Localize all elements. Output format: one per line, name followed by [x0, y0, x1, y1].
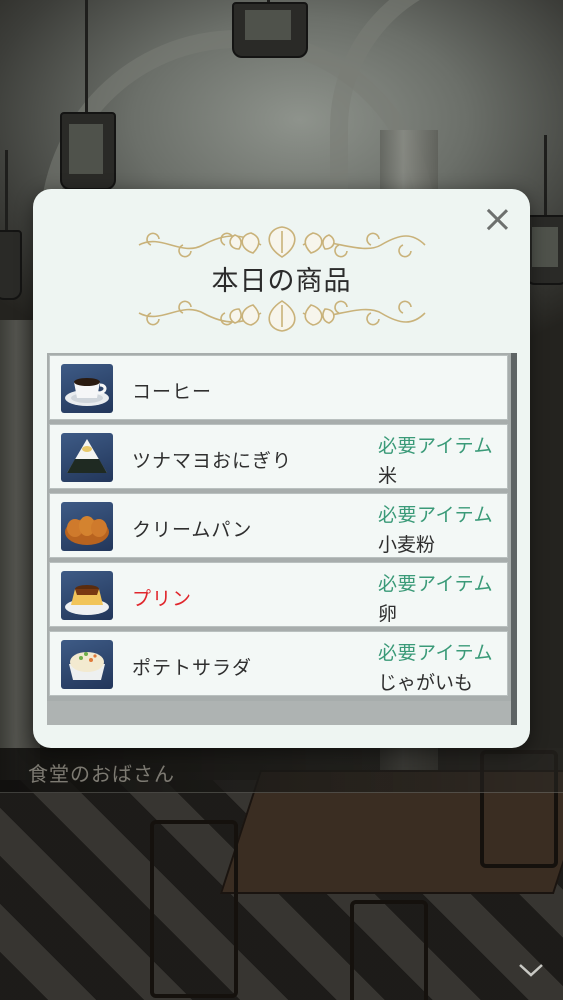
list-item[interactable]: コーヒー [49, 355, 508, 420]
list-item[interactable]: プリン 必要アイテム 卵 [49, 562, 508, 627]
required-item-label: 必要アイテム [378, 435, 494, 457]
required-item-value: 卵 [378, 603, 398, 625]
speaker-name: 食堂のおばさん [28, 762, 175, 786]
ceiling-lamp [232, 0, 308, 60]
close-icon[interactable] [482, 204, 512, 234]
chevron-down-icon[interactable] [518, 962, 544, 978]
pudding-icon [61, 571, 113, 620]
list-footer [47, 701, 517, 725]
list-item[interactable]: クリームパン 必要アイテム 小麦粉 [49, 493, 508, 558]
required-item-value: じゃがいも [378, 672, 474, 694]
ceiling-lamp [525, 135, 563, 285]
cream-bread-icon [61, 502, 113, 551]
required-item-label: 必要アイテム [378, 642, 494, 664]
chair [150, 820, 238, 998]
list-item[interactable]: ポテトサラダ 必要アイテム じゃがいも [49, 631, 508, 696]
required-item-label: 必要アイテム [378, 504, 494, 526]
scrollbar[interactable] [511, 353, 517, 725]
required-item-label: 必要アイテム [378, 573, 494, 595]
item-name: プリン [132, 588, 193, 610]
shop-dialog: 本日の商品 コーヒー ツナマヨおにぎり 必要アイテム 米 クリームパン 必要アイ… [33, 189, 530, 748]
product-list[interactable]: コーヒー ツナマヨおにぎり 必要アイテム 米 クリームパン 必要アイテム 小麦粉… [47, 353, 517, 725]
leaf-vine-ornament [138, 226, 426, 258]
onigiri-icon [61, 433, 113, 482]
required-item-value: 小麦粉 [378, 534, 436, 556]
leaf-vine-ornament [138, 300, 426, 332]
list-item[interactable]: ツナマヨおにぎり 必要アイテム 米 [49, 424, 508, 489]
required-item-value: 米 [378, 465, 398, 487]
coffee-icon [61, 364, 113, 413]
dialog-title: 本日の商品 [211, 266, 352, 297]
speaker-name-bar: 食堂のおばさん [0, 748, 563, 793]
potato-salad-icon [61, 640, 113, 689]
item-name: ポテトサラダ [132, 657, 253, 679]
item-name: クリームパン [132, 519, 253, 541]
chair [350, 900, 428, 1000]
item-name: ツナマヨおにぎり [132, 450, 293, 472]
ceiling-lamp [60, 0, 116, 190]
item-name: コーヒー [132, 381, 213, 403]
ceiling-lamp [0, 150, 22, 300]
